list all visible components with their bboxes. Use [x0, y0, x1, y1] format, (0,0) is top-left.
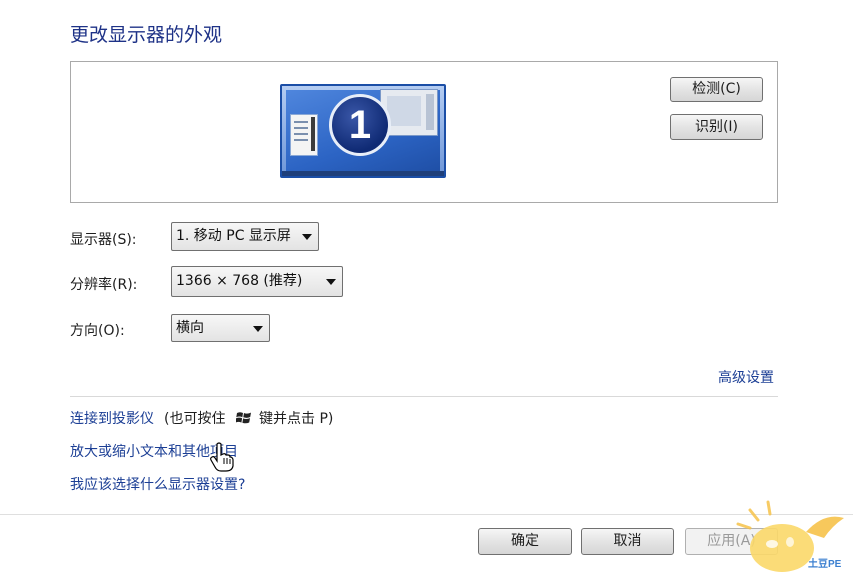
identify-button[interactable]: 识别(I) [670, 114, 763, 140]
orientation-label: 方向(O): [70, 323, 125, 339]
monitor-number-badge: 1 [329, 94, 391, 156]
cancel-button[interactable]: 取消 [581, 528, 674, 555]
display-select-value: 1. 移动 PC 显示屏 [176, 228, 291, 244]
display-label: 显示器(S): [70, 232, 137, 248]
orientation-select[interactable]: 横向 [171, 314, 270, 342]
orientation-select-value: 横向 [176, 320, 204, 336]
resolution-select-value: 1366 × 768 (推荐) [176, 273, 303, 289]
taskbar-strip [282, 171, 444, 176]
divider-line [70, 396, 778, 397]
window-thumbnail-left [290, 114, 318, 156]
page-title: 更改显示器的外观 [70, 24, 223, 46]
footer-divider [0, 514, 853, 515]
resolution-select[interactable]: 1366 × 768 (推荐) [171, 266, 343, 297]
which-display-settings-link[interactable]: 我应该选择什么显示器设置? [70, 474, 245, 494]
hand-cursor-icon [210, 442, 234, 472]
windows-logo-icon [235, 410, 252, 426]
resolution-label: 分辨率(R): [70, 277, 138, 293]
projector-hint-prefix: (也可按住 [164, 411, 226, 427]
watermark-text: 土豆PE [808, 559, 842, 570]
advanced-settings-link[interactable]: 高级设置 [718, 367, 774, 387]
ok-button[interactable]: 确定 [478, 528, 572, 555]
display-preview-area: 1 检测(C) 识别(I) [70, 61, 778, 203]
chevron-down-icon [326, 279, 336, 285]
projector-hint-suffix: 键并点击 P) [259, 411, 334, 427]
detect-button[interactable]: 检测(C) [670, 77, 763, 102]
connect-projector-link[interactable]: 连接到投影仪 [70, 408, 154, 428]
monitor-icon[interactable]: 1 [280, 84, 446, 178]
chevron-down-icon [302, 234, 312, 240]
display-select[interactable]: 1. 移动 PC 显示屏 [171, 222, 319, 251]
chevron-down-icon [253, 326, 263, 332]
